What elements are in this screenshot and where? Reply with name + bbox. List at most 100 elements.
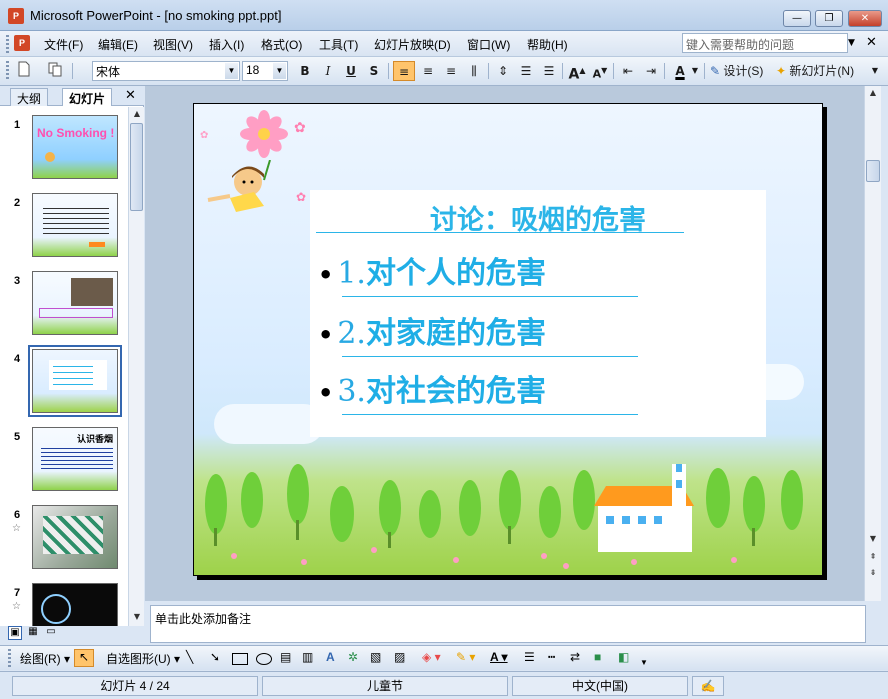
slide-thumbnail[interactable]: No Smoking !	[32, 115, 118, 179]
slide-thumbnail[interactable]	[32, 193, 118, 257]
copy-icon[interactable]	[44, 61, 66, 81]
thumbnail-row[interactable]: 5 认识香烟	[0, 419, 128, 491]
grow-font-icon[interactable]: A▲	[567, 61, 587, 83]
scroll-up-icon[interactable]: ▲	[867, 88, 879, 97]
scroll-down-icon[interactable]: ▼	[867, 534, 879, 543]
scroll-down-icon[interactable]: ▼	[131, 612, 143, 621]
menu-file[interactable]: 文件(F)	[44, 36, 83, 53]
underline-button[interactable]: U	[342, 61, 360, 81]
chevron-down-icon[interactable]: ▼	[225, 63, 238, 79]
diagram-icon[interactable]: ✲	[348, 650, 358, 664]
slide-sorter-icon[interactable]: ▦	[26, 626, 40, 640]
align-right-icon[interactable]: ≡	[441, 61, 461, 81]
menu-help[interactable]: 帮助(H)	[527, 36, 568, 53]
thumbnail-row[interactable]: 7 ☆	[0, 575, 128, 626]
3d-style-icon[interactable]: ◧	[618, 650, 629, 664]
text-direction-icon[interactable]: ⇕	[493, 61, 513, 81]
slide-thumbnail[interactable]	[32, 271, 118, 335]
slide-thumbnail[interactable]: 认识香烟	[32, 427, 118, 491]
toolbar-grip[interactable]	[8, 649, 11, 667]
chevron-down-icon[interactable]: ▼	[273, 63, 286, 79]
align-center-icon[interactable]: ≡	[418, 61, 438, 81]
line-tool-icon[interactable]: ╲	[186, 650, 193, 664]
next-slide-icon[interactable]: ⇟	[867, 568, 879, 577]
document-icon[interactable]: P	[14, 35, 30, 51]
bullet-item[interactable]: • 2.对家庭的危害	[318, 308, 546, 352]
oval-tool-icon[interactable]	[256, 653, 272, 665]
new-document-icon[interactable]	[14, 61, 34, 81]
font-name-select[interactable]: 宋体 ▼	[92, 61, 240, 81]
toolbar-options-icon[interactable]: ▼	[640, 658, 648, 667]
minimize-button[interactable]: —	[783, 10, 811, 27]
toolbar-grip[interactable]	[6, 61, 9, 79]
rectangle-tool-icon[interactable]	[232, 653, 248, 665]
chevron-down-icon[interactable]: ▼	[690, 61, 700, 81]
shrink-font-icon[interactable]: A▼	[590, 61, 610, 81]
menu-slideshow[interactable]: 幻灯片放映(D)	[374, 36, 451, 53]
italic-button[interactable]: I	[319, 61, 337, 81]
spelling-check-icon[interactable]: ✍	[692, 676, 724, 696]
line-color-icon[interactable]: ✎ ▾	[456, 650, 475, 664]
font-size-select[interactable]: 18 ▼	[242, 61, 288, 81]
decrease-indent-icon[interactable]: ⇤	[618, 61, 638, 81]
vertical-textbox-icon[interactable]: ▥	[302, 650, 313, 664]
arrow-tool-icon[interactable]: ➘	[210, 650, 220, 664]
slide-scrollbar[interactable]: ▲ ▼ ⇞ ⇟	[864, 86, 881, 601]
maximize-button[interactable]: ❐	[815, 10, 843, 27]
textbox-tool-icon[interactable]: ▤	[280, 650, 291, 664]
distribute-icon[interactable]: ⫼	[464, 61, 484, 81]
document-close-icon[interactable]: ✕	[866, 35, 877, 50]
thumbnail-row[interactable]: 6 ☆	[0, 497, 128, 569]
help-dropdown-icon[interactable]: ▼	[848, 38, 855, 48]
normal-view-icon[interactable]: ▣	[8, 626, 22, 640]
design-button[interactable]: ✎ 设计(S)	[710, 61, 772, 81]
wordart-icon[interactable]: A	[326, 650, 335, 664]
font-color-button[interactable]: A	[670, 61, 690, 81]
arrow-style-icon[interactable]: ⇄	[570, 650, 580, 664]
shadow-button[interactable]: S	[365, 61, 383, 81]
thumbnail-row[interactable]: 2	[0, 185, 128, 257]
help-search-input[interactable]: 键入需要帮助的问题	[682, 33, 848, 53]
close-button[interactable]: ✕	[848, 10, 882, 27]
bullets-icon[interactable]: ☰	[539, 61, 559, 81]
bullet-item[interactable]: • 3.对社会的危害	[318, 366, 546, 410]
slideshow-icon[interactable]: ▭	[44, 626, 58, 640]
thumbnail-row-selected[interactable]: 4	[0, 341, 128, 417]
toolbar-grip[interactable]	[6, 35, 9, 53]
thumbnail-scrollbar[interactable]: ▲ ▼	[128, 107, 144, 626]
content-textbox[interactable]: 讨论：吸烟的危害 • 1.对个人的危害 • 2.对家庭的危害 • 3.对社会的危害	[310, 190, 766, 437]
slide-thumbnail[interactable]	[28, 345, 122, 417]
dash-style-icon[interactable]: ┅	[548, 650, 555, 664]
menu-window[interactable]: 窗口(W)	[467, 36, 510, 53]
thumbnail-row[interactable]: 1 No Smoking !	[0, 107, 128, 179]
slide-thumbnail[interactable]	[32, 505, 118, 569]
line-style-icon[interactable]: ☰	[524, 650, 535, 664]
align-left-icon[interactable]: ≡	[393, 61, 415, 81]
previous-slide-icon[interactable]: ⇞	[867, 552, 879, 561]
menu-view[interactable]: 视图(V)	[153, 36, 193, 53]
slide-thumbnail[interactable]	[32, 583, 118, 626]
increase-indent-icon[interactable]: ⇥	[641, 61, 661, 81]
scrollbar-thumb[interactable]	[130, 123, 143, 211]
current-slide[interactable]: ✿ ✿ ✿ 讨论：吸烟的危害 • 1.对个人的危害 • 2.对家庭的危害 • 3.对社…	[193, 103, 823, 576]
clipart-icon[interactable]: ▧	[370, 650, 381, 664]
select-pointer-icon[interactable]: ↖	[74, 649, 94, 667]
close-icon[interactable]: ✕	[125, 88, 136, 103]
menu-tools[interactable]: 工具(T)	[319, 36, 358, 53]
bullet-item[interactable]: • 1.对个人的危害	[318, 248, 546, 292]
thumbnail-row[interactable]: 3	[0, 263, 128, 335]
menu-edit[interactable]: 编辑(E)	[98, 36, 138, 53]
notes-pane[interactable]: 单击此处添加备注	[150, 605, 866, 643]
tab-outline[interactable]: 大纲	[10, 88, 49, 106]
draw-menu[interactable]: 绘图(R) ▾	[20, 650, 70, 667]
bold-button[interactable]: B	[296, 61, 314, 81]
fill-color-icon[interactable]: ◈ ▾	[422, 650, 441, 664]
numbering-icon[interactable]: ☰	[516, 61, 536, 81]
menu-format[interactable]: 格式(O)	[261, 36, 302, 53]
picture-icon[interactable]: ▨	[394, 650, 405, 664]
scrollbar-thumb[interactable]	[866, 160, 880, 182]
font-color-draw-icon[interactable]: A ▾	[490, 650, 508, 664]
scroll-up-icon[interactable]: ▲	[131, 109, 143, 118]
toolbar-options-icon[interactable]: ▼	[870, 61, 880, 81]
menu-insert[interactable]: 插入(I)	[209, 36, 244, 53]
